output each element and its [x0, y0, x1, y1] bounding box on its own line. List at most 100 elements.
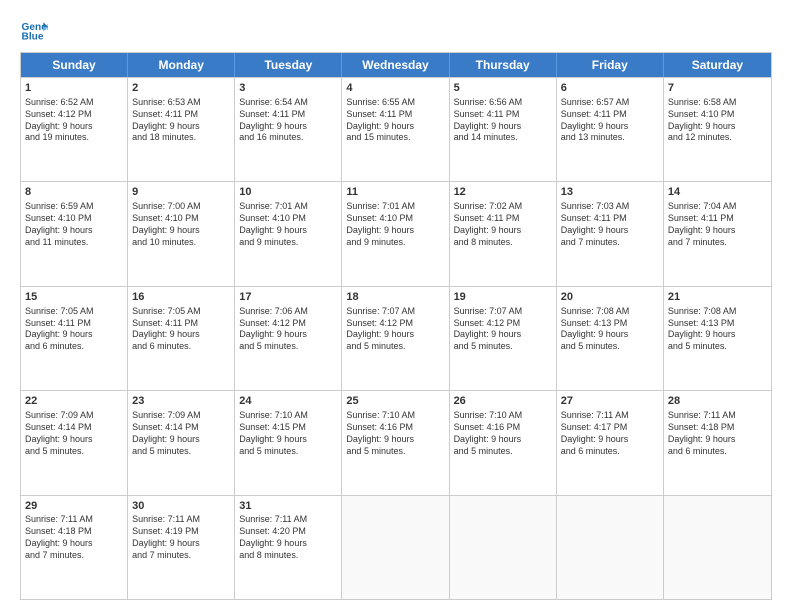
calendar-cell: 29Sunrise: 7:11 AMSunset: 4:18 PMDayligh…: [21, 496, 128, 599]
cell-line: Daylight: 9 hours: [454, 225, 552, 237]
day-number: 25: [346, 394, 444, 409]
calendar-row: 22Sunrise: 7:09 AMSunset: 4:14 PMDayligh…: [21, 390, 771, 494]
cell-line: and 6 minutes.: [668, 446, 767, 458]
cell-line: Sunrise: 7:07 AM: [346, 306, 444, 318]
cell-line: Daylight: 9 hours: [668, 121, 767, 133]
calendar-row: 1Sunrise: 6:52 AMSunset: 4:12 PMDaylight…: [21, 77, 771, 181]
day-number: 31: [239, 499, 337, 514]
day-number: 23: [132, 394, 230, 409]
calendar: SundayMondayTuesdayWednesdayThursdayFrid…: [20, 52, 772, 600]
calendar-cell: 20Sunrise: 7:08 AMSunset: 4:13 PMDayligh…: [557, 287, 664, 390]
cell-line: Sunset: 4:10 PM: [132, 213, 230, 225]
day-number: 7: [668, 81, 767, 96]
cell-line: Daylight: 9 hours: [132, 329, 230, 341]
cell-line: and 6 minutes.: [561, 446, 659, 458]
cell-line: Sunset: 4:12 PM: [454, 318, 552, 330]
cell-line: Daylight: 9 hours: [346, 434, 444, 446]
cell-line: and 5 minutes.: [25, 446, 123, 458]
day-number: 26: [454, 394, 552, 409]
cell-line: Daylight: 9 hours: [454, 121, 552, 133]
calendar-cell: 22Sunrise: 7:09 AMSunset: 4:14 PMDayligh…: [21, 391, 128, 494]
cell-line: and 5 minutes.: [561, 341, 659, 353]
day-number: 21: [668, 290, 767, 305]
calendar-cell-empty: [450, 496, 557, 599]
cell-line: Sunset: 4:11 PM: [561, 109, 659, 121]
cell-line: and 18 minutes.: [132, 132, 230, 144]
calendar-cell: 28Sunrise: 7:11 AMSunset: 4:18 PMDayligh…: [664, 391, 771, 494]
day-number: 11: [346, 185, 444, 200]
cell-line: Daylight: 9 hours: [25, 538, 123, 550]
calendar-header-cell: Friday: [557, 53, 664, 77]
calendar-cell: 27Sunrise: 7:11 AMSunset: 4:17 PMDayligh…: [557, 391, 664, 494]
cell-line: Sunrise: 7:01 AM: [239, 201, 337, 213]
cell-line: Daylight: 9 hours: [454, 434, 552, 446]
cell-line: Sunrise: 7:01 AM: [346, 201, 444, 213]
cell-line: Daylight: 9 hours: [25, 329, 123, 341]
cell-line: Daylight: 9 hours: [346, 329, 444, 341]
calendar-cell: 12Sunrise: 7:02 AMSunset: 4:11 PMDayligh…: [450, 182, 557, 285]
calendar-cell: 3Sunrise: 6:54 AMSunset: 4:11 PMDaylight…: [235, 78, 342, 181]
calendar-cell: 21Sunrise: 7:08 AMSunset: 4:13 PMDayligh…: [664, 287, 771, 390]
calendar-cell: 6Sunrise: 6:57 AMSunset: 4:11 PMDaylight…: [557, 78, 664, 181]
cell-line: Sunset: 4:10 PM: [346, 213, 444, 225]
calendar-cell: 17Sunrise: 7:06 AMSunset: 4:12 PMDayligh…: [235, 287, 342, 390]
cell-line: and 5 minutes.: [346, 446, 444, 458]
day-number: 10: [239, 185, 337, 200]
calendar-row: 15Sunrise: 7:05 AMSunset: 4:11 PMDayligh…: [21, 286, 771, 390]
cell-line: Sunset: 4:10 PM: [668, 109, 767, 121]
cell-line: Sunrise: 6:53 AM: [132, 97, 230, 109]
logo-icon: General Blue: [20, 16, 48, 44]
calendar-cell: 9Sunrise: 7:00 AMSunset: 4:10 PMDaylight…: [128, 182, 235, 285]
cell-line: Sunset: 4:11 PM: [668, 213, 767, 225]
cell-line: and 8 minutes.: [239, 550, 337, 562]
cell-line: Sunrise: 6:56 AM: [454, 97, 552, 109]
cell-line: and 11 minutes.: [25, 237, 123, 249]
cell-line: Sunrise: 7:00 AM: [132, 201, 230, 213]
svg-text:Blue: Blue: [22, 31, 44, 42]
cell-line: and 5 minutes.: [454, 446, 552, 458]
cell-line: Sunset: 4:19 PM: [132, 526, 230, 538]
cell-line: Sunrise: 7:09 AM: [25, 410, 123, 422]
day-number: 18: [346, 290, 444, 305]
cell-line: Daylight: 9 hours: [668, 225, 767, 237]
cell-line: Daylight: 9 hours: [561, 225, 659, 237]
day-number: 6: [561, 81, 659, 96]
cell-line: Daylight: 9 hours: [561, 434, 659, 446]
cell-line: Sunset: 4:18 PM: [25, 526, 123, 538]
cell-line: Sunset: 4:16 PM: [346, 422, 444, 434]
cell-line: Daylight: 9 hours: [25, 434, 123, 446]
cell-line: Sunrise: 7:02 AM: [454, 201, 552, 213]
calendar-cell: 13Sunrise: 7:03 AMSunset: 4:11 PMDayligh…: [557, 182, 664, 285]
cell-line: and 6 minutes.: [25, 341, 123, 353]
cell-line: and 10 minutes.: [132, 237, 230, 249]
day-number: 2: [132, 81, 230, 96]
cell-line: Sunset: 4:17 PM: [561, 422, 659, 434]
calendar-cell: 18Sunrise: 7:07 AMSunset: 4:12 PMDayligh…: [342, 287, 449, 390]
cell-line: Sunset: 4:12 PM: [239, 318, 337, 330]
cell-line: Daylight: 9 hours: [239, 225, 337, 237]
cell-line: Sunrise: 7:10 AM: [454, 410, 552, 422]
cell-line: Sunrise: 7:11 AM: [561, 410, 659, 422]
cell-line: and 7 minutes.: [132, 550, 230, 562]
cell-line: Sunset: 4:13 PM: [668, 318, 767, 330]
calendar-header-cell: Tuesday: [235, 53, 342, 77]
cell-line: and 12 minutes.: [668, 132, 767, 144]
day-number: 4: [346, 81, 444, 96]
cell-line: Daylight: 9 hours: [346, 225, 444, 237]
day-number: 30: [132, 499, 230, 514]
calendar-cell: 24Sunrise: 7:10 AMSunset: 4:15 PMDayligh…: [235, 391, 342, 494]
day-number: 16: [132, 290, 230, 305]
calendar-cell: 19Sunrise: 7:07 AMSunset: 4:12 PMDayligh…: [450, 287, 557, 390]
calendar-cell: 15Sunrise: 7:05 AMSunset: 4:11 PMDayligh…: [21, 287, 128, 390]
day-number: 3: [239, 81, 337, 96]
cell-line: and 9 minutes.: [239, 237, 337, 249]
cell-line: Sunset: 4:15 PM: [239, 422, 337, 434]
cell-line: Sunrise: 6:52 AM: [25, 97, 123, 109]
cell-line: and 5 minutes.: [668, 341, 767, 353]
cell-line: Sunset: 4:12 PM: [25, 109, 123, 121]
cell-line: Sunrise: 7:10 AM: [346, 410, 444, 422]
cell-line: and 8 minutes.: [454, 237, 552, 249]
cell-line: and 13 minutes.: [561, 132, 659, 144]
day-number: 8: [25, 185, 123, 200]
calendar-cell-empty: [557, 496, 664, 599]
